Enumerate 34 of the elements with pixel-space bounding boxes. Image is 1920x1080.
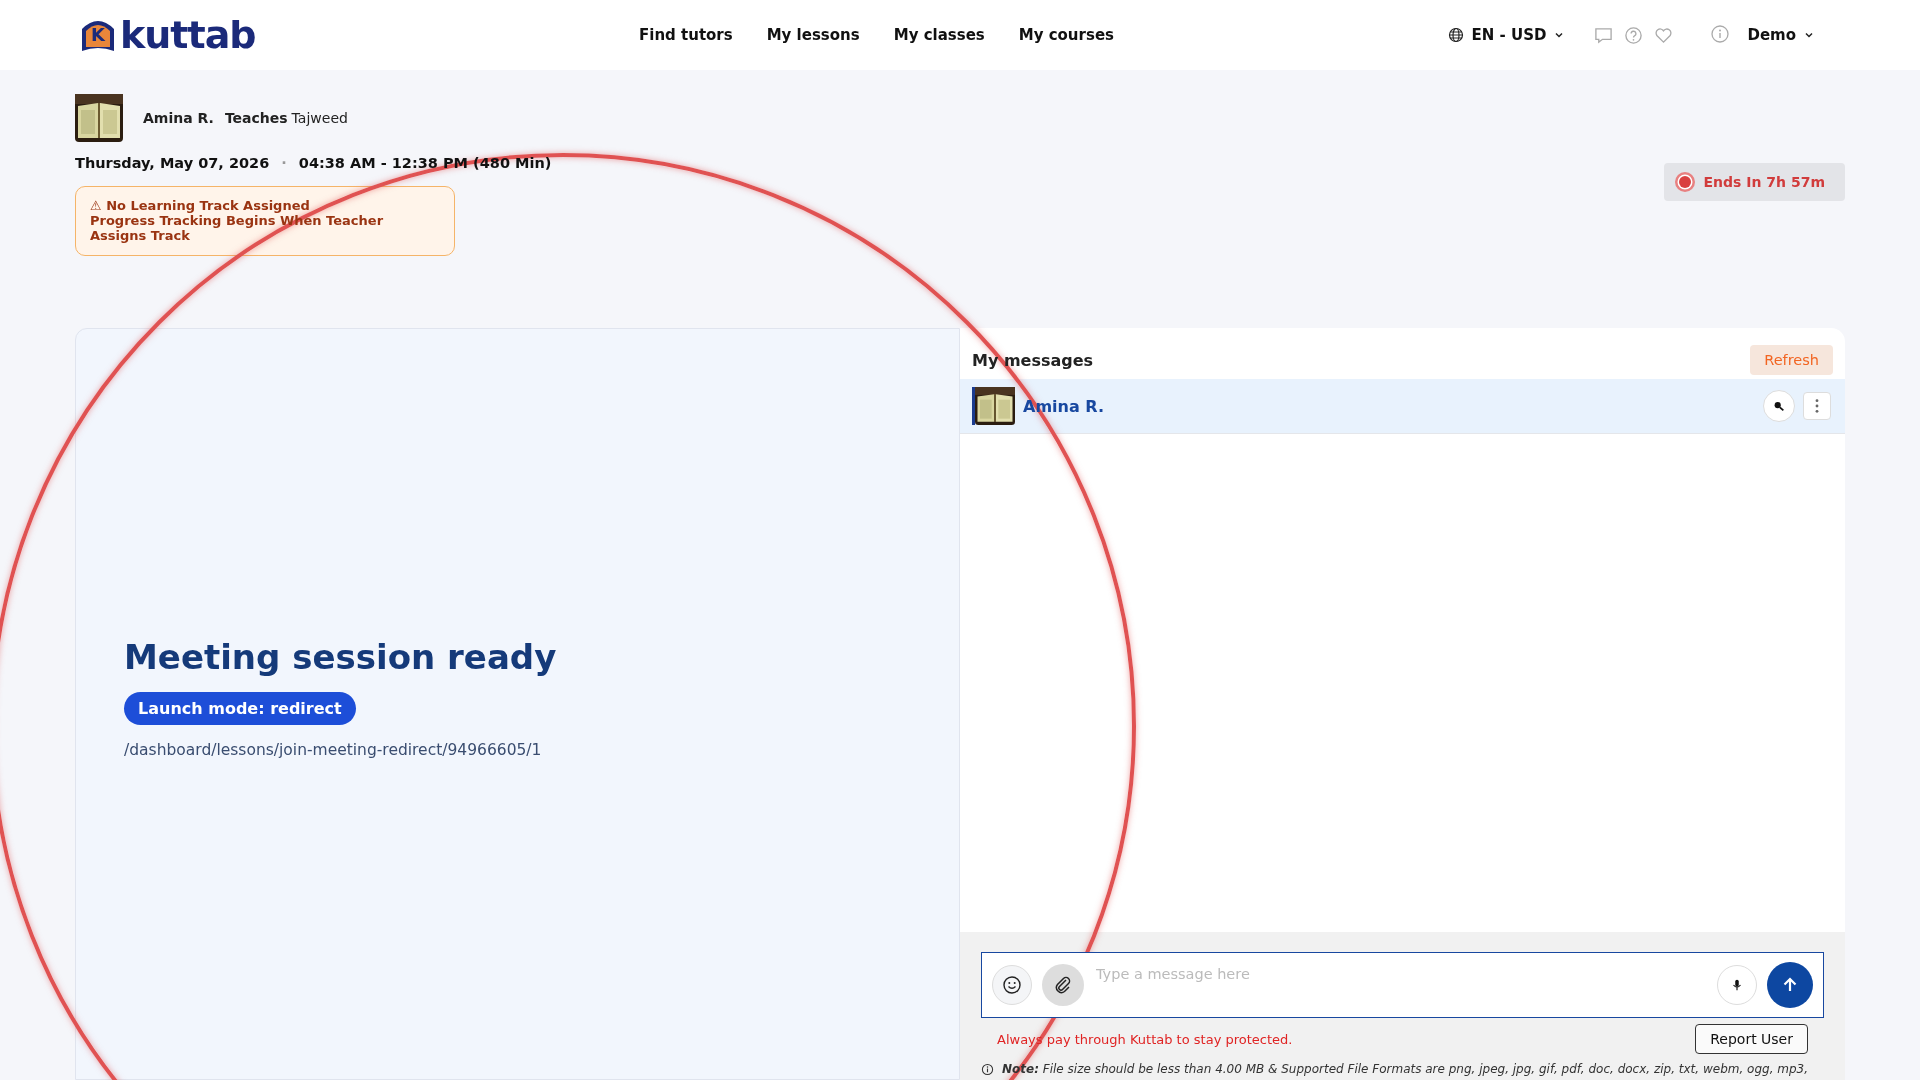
meeting-title: Meeting session ready [124,637,557,677]
countdown-badge: Ends In 7h 57m [1663,163,1845,201]
lesson-date: Thursday, May 07, 2026 [75,155,270,171]
report-button[interactable]: Report User [1695,1024,1808,1054]
messages-title: My messages [972,350,1094,370]
search-button[interactable] [1763,390,1795,422]
paperclip-icon[interactable] [1053,975,1073,995]
user-menu[interactable]: Demo [1747,26,1814,44]
microphone-icon[interactable] [1730,978,1744,992]
teacher-name: Amina R. [143,110,214,126]
alert-title: ⚠ No Learning Track Assigned [90,198,311,213]
nav-link[interactable]: Find tutors [639,26,733,44]
more-icon[interactable] [1814,398,1820,414]
nav-link[interactable]: My lessons [766,26,860,44]
send-button[interactable] [1767,962,1813,1008]
attach-button[interactable] [1042,964,1084,1006]
emoji-icon[interactable] [1002,975,1022,995]
record-icon [1673,171,1696,193]
meeting-path: /dashboard/lessons/join-meeting-redirect/94966605/1 [124,741,543,759]
microphone-button[interactable] [1717,965,1757,1005]
language-selector[interactable]: EN - USD [1447,26,1565,44]
nav-link[interactable]: My courses [1018,26,1114,44]
logo-text[interactable]: kuttab [120,16,256,54]
emoji-button[interactable] [992,965,1032,1005]
nav-link[interactable]: My classes [893,26,985,44]
mode-badge: Launch mode: redirect [124,692,356,725]
teaches-label: Teaches [224,110,288,126]
search-icon[interactable] [1772,399,1786,413]
info-icon [981,1062,994,1076]
separator-dot: · [281,155,287,171]
chevron-icon [1804,30,1814,40]
chevron-icon [1554,30,1565,40]
globe-icon [1447,27,1464,43]
subject-name: Tajweed [291,110,348,126]
